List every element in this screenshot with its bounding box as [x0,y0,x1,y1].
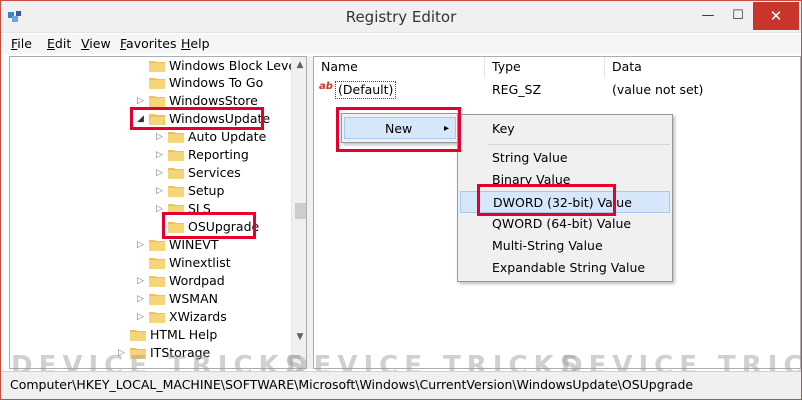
tree-item-label: XWizards [169,309,227,324]
folder-icon [168,132,184,143]
folder-icon [149,96,165,107]
folder-icon [149,294,165,305]
menu-bar: File Edit View Favorites Help [1,34,801,54]
registry-editor-window: Registry Editor — ☐ ✕ File Edit View Fav… [0,0,802,400]
menu-edit-accesskey: E [47,36,55,51]
highlight-dword [477,184,616,216]
folder-icon [168,168,184,179]
folder-icon [130,330,146,341]
menu-favorites[interactable]: Favorites [120,36,176,51]
menu-file[interactable]: File [11,36,32,51]
submenu-item-string-value[interactable]: String Value [460,147,670,169]
expand-arrow-icon[interactable]: ▷ [156,146,166,164]
highlight-osupgrade [162,212,256,239]
string-value-icon: ab [319,81,333,92]
registry-path: Computer\HKEY_LOCAL_MACHINE\SOFTWARE\Mic… [10,377,694,392]
submenu-item-key[interactable]: Key [460,118,670,140]
folder-icon [168,186,184,197]
highlight-new [336,107,461,152]
menu-edit[interactable]: Edit [47,36,71,51]
status-bar: Computer\HKEY_LOCAL_MACHINE\SOFTWARE\Mic… [1,371,801,399]
tree-item-label: WSMAN [169,291,218,306]
folder-icon [149,312,165,323]
column-header-data[interactable]: Data [605,57,800,78]
menu-separator [488,144,670,145]
column-header-type[interactable]: Type [485,57,605,78]
scroll-up-icon[interactable]: ▲ [292,57,306,73]
expand-arrow-icon[interactable]: ▷ [156,182,166,200]
folder-icon [149,276,165,287]
tree-item-label: Services [188,165,241,180]
tree-item-label: Windows Block Level B [169,58,307,73]
submenu-item-expandable-string-value[interactable]: Expandable String Value [460,257,670,279]
maximize-button[interactable]: ☐ [723,2,753,30]
menu-file-label: ile [17,36,32,51]
expand-arrow-icon[interactable]: ▷ [137,272,147,290]
window-title: Registry Editor [345,8,457,26]
tree-item-label: Auto Update [188,129,267,144]
menu-view[interactable]: View [81,36,111,51]
highlight-windowsupdate [130,107,264,130]
close-button[interactable]: ✕ [753,2,799,30]
menu-edit-label: dit [54,36,72,51]
folder-icon [149,78,165,89]
tree-item-label: Wordpad [169,273,225,288]
submenu-item-qword-value[interactable]: QWORD (64-bit) Value [460,213,670,235]
scrollbar-thumb[interactable] [295,203,306,219]
tree-item-label: Reporting [188,147,249,162]
minimize-button[interactable]: — [693,2,723,30]
tree-item-label: Winextlist [169,255,231,270]
menu-view-label: iew [89,36,111,51]
menu-help[interactable]: Help [181,36,210,51]
value-type: REG_SZ [492,82,542,97]
tree-item-label: HTML Help [150,327,218,342]
value-data: (value not set) [612,82,704,97]
submenu-item-multi-string-value[interactable]: Multi-String Value [460,235,670,257]
folder-icon [149,240,165,251]
menu-favorites-label: avorites [126,36,177,51]
scroll-down-icon[interactable]: ▼ [292,329,306,345]
title-bar[interactable]: Registry Editor — ☐ ✕ [1,1,801,33]
tree-item-label: Setup [188,183,225,198]
expand-arrow-icon[interactable]: ▷ [156,164,166,182]
menu-help-label: elp [190,36,210,51]
menu-help-accesskey: H [181,36,191,51]
folder-icon [149,61,165,72]
value-name-default[interactable]: (Default) [335,81,397,99]
tree-item-label: Windows To Go [169,75,264,90]
expand-arrow-icon[interactable]: ▷ [137,308,147,326]
column-header-name[interactable]: Name [314,57,485,78]
folder-icon [168,150,184,161]
expand-arrow-icon[interactable]: ▷ [137,290,147,308]
expand-arrow-icon[interactable]: ▷ [156,128,166,146]
expand-arrow-icon[interactable]: ▷ [137,236,147,254]
tree-scrollbar[interactable]: ▲ ▼ [291,57,306,368]
registry-key-tree[interactable]: Windows Block Level B Windows To Go ▷ Wi… [9,56,307,369]
folder-icon [149,258,165,269]
